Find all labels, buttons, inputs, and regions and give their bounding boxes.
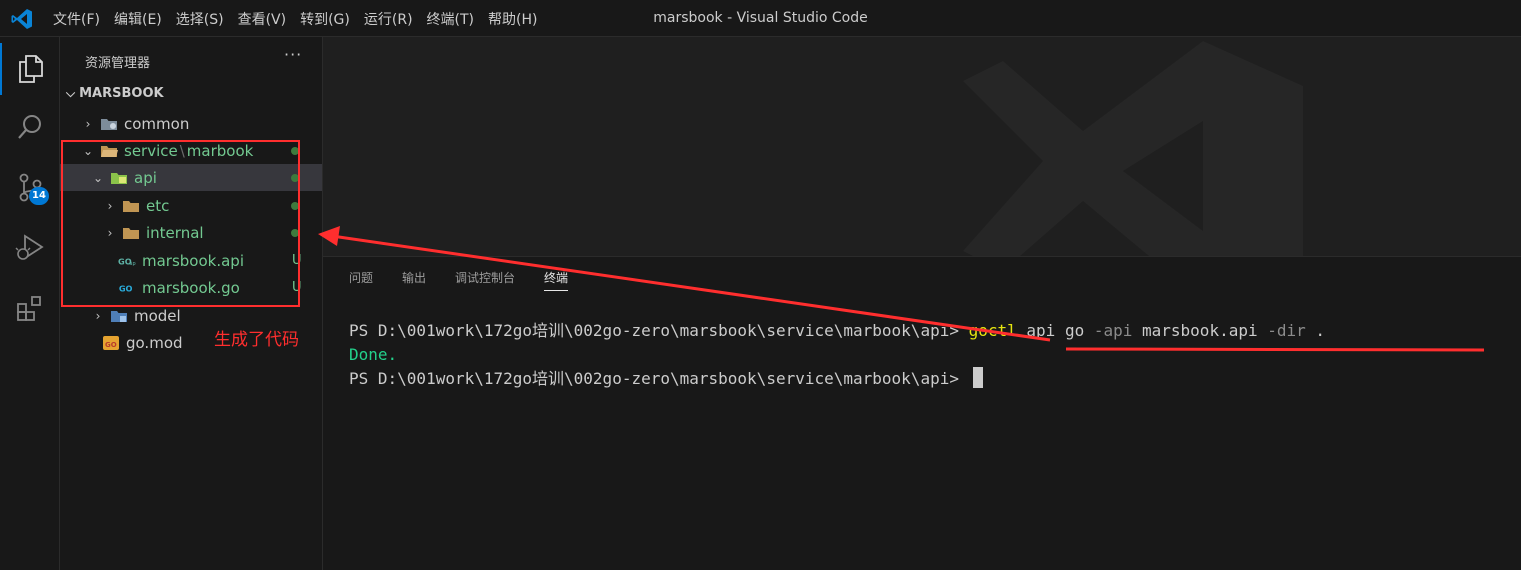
tab-output[interactable]: 输出	[402, 269, 426, 291]
search-activity[interactable]	[0, 101, 60, 153]
terminal-command-args: api go	[1016, 321, 1094, 340]
files-icon	[19, 55, 43, 83]
extensions-icon	[17, 296, 41, 321]
menu-bar: 文件(F) 编辑(E) 选择(S) 查看(V) 转到(G) 运行(R) 终端(T…	[46, 0, 544, 37]
chevron-down-icon: ⌵	[66, 86, 76, 100]
tab-debug-console[interactable]: 调试控制台	[455, 269, 515, 291]
terminal-command-name: goctl	[968, 321, 1017, 340]
menu-terminal[interactable]: 终端(T)	[420, 9, 481, 29]
tree-item-label: go.mod	[126, 333, 183, 352]
menu-run[interactable]: 运行(R)	[357, 9, 420, 29]
menu-selection[interactable]: 选择(S)	[169, 9, 231, 29]
terminal-arg-file: marsbook.api	[1132, 321, 1268, 340]
explorer-title: 资源管理器	[85, 56, 151, 71]
tree-item-label: model	[134, 306, 181, 325]
go-mod-file-icon: GO	[102, 335, 120, 351]
workspace-root[interactable]: ⌵ MARSBOOK	[66, 86, 164, 101]
terminal-flag-api: -api	[1093, 321, 1133, 340]
editor-area	[323, 37, 1521, 256]
terminal-cursor	[972, 367, 983, 388]
run-debug-activity[interactable]	[0, 221, 60, 273]
tree-item-common[interactable]: › common	[60, 110, 322, 137]
scm-badge: 14	[29, 187, 49, 205]
menu-edit[interactable]: 编辑(E)	[107, 9, 169, 29]
activity-bar: 14	[0, 37, 60, 570]
bottom-panel: 问题 输出 调试控制台 终端 PS D:\001work\172go培训\002…	[323, 256, 1521, 570]
folder-model-icon	[110, 308, 128, 324]
menu-view[interactable]: 查看(V)	[231, 9, 294, 29]
terminal-output[interactable]: PS D:\001work\172go培训\002go-zero\marsboo…	[349, 319, 1325, 391]
terminal-prompt-2: PS D:\001work\172go培训\002go-zero\marsboo…	[349, 369, 969, 388]
explorer-activity[interactable]	[0, 43, 60, 95]
source-control-activity[interactable]: 14	[0, 161, 60, 213]
vscode-logo-icon[interactable]	[10, 7, 34, 31]
tree-item-label: common	[124, 114, 190, 133]
vscode-watermark-icon	[963, 41, 1303, 256]
workspace-root-label: MARSBOOK	[79, 86, 164, 101]
panel-tabs: 问题 输出 调试控制台 终端	[349, 269, 569, 291]
terminal-flag-dir: -dir	[1267, 321, 1306, 340]
annotation-label: 生成了代码	[214, 330, 299, 350]
chevron-right-icon: ›	[95, 308, 101, 323]
tab-problems[interactable]: 问题	[349, 269, 373, 291]
run-debug-icon	[15, 234, 44, 260]
terminal-prompt: PS D:\001work\172go培训\002go-zero\marsboo…	[349, 321, 969, 340]
menu-file[interactable]: 文件(F)	[46, 9, 107, 29]
more-actions-icon[interactable]: ···	[284, 45, 302, 64]
svg-text:GO: GO	[105, 341, 117, 349]
terminal-arg-dot: .	[1305, 321, 1326, 340]
menu-go[interactable]: 转到(G)	[293, 9, 357, 29]
chevron-right-icon: ›	[85, 116, 91, 131]
folder-common-icon	[100, 116, 118, 132]
annotation-highlight-box	[61, 140, 300, 307]
extensions-activity[interactable]	[0, 283, 60, 335]
title-bar: 文件(F) 编辑(E) 选择(S) 查看(V) 转到(G) 运行(R) 终端(T…	[0, 0, 1521, 37]
search-icon	[18, 115, 41, 139]
tab-terminal[interactable]: 终端	[544, 269, 569, 291]
menu-help[interactable]: 帮助(H)	[481, 9, 544, 29]
terminal-done-text: Done.	[349, 345, 398, 364]
